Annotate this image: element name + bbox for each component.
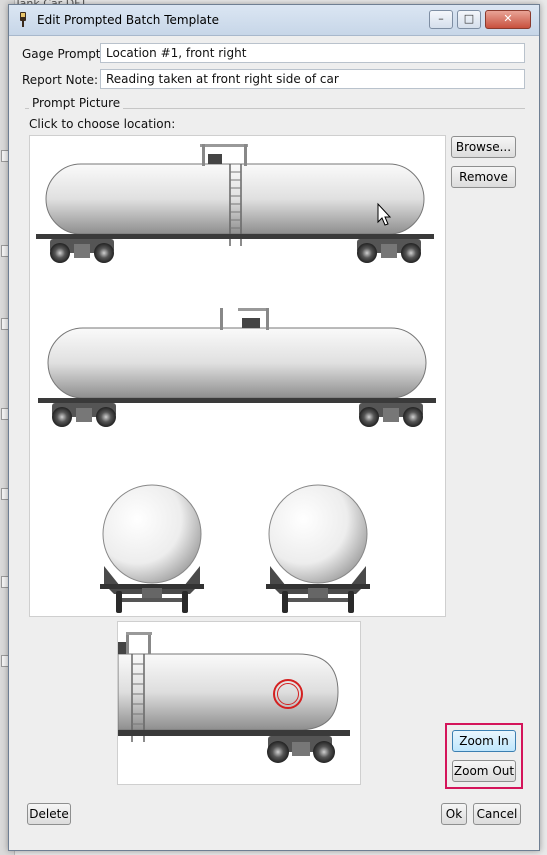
ok-button[interactable]: Ok bbox=[441, 803, 467, 825]
gauge-icon bbox=[20, 12, 26, 27]
side-view-plain[interactable] bbox=[38, 308, 436, 427]
report-note-label: Report Note: bbox=[22, 73, 99, 87]
cancel-button[interactable]: Cancel bbox=[473, 803, 521, 825]
gage-prompt-input[interactable]: Location #1, front right bbox=[100, 43, 525, 63]
minimize-button[interactable]: – bbox=[429, 10, 453, 29]
remove-button[interactable]: Remove bbox=[451, 166, 516, 188]
report-note-input[interactable]: Reading taken at front right side of car bbox=[100, 69, 525, 89]
side-view-ladder[interactable] bbox=[36, 144, 434, 263]
delete-button[interactable]: Delete bbox=[27, 803, 71, 825]
zoom-in-button[interactable]: Zoom In bbox=[452, 730, 516, 752]
prompt-picture-group-title: Prompt Picture bbox=[29, 96, 124, 110]
close-button[interactable]: ✕ bbox=[485, 10, 531, 29]
zoomed-detail-view[interactable] bbox=[117, 621, 361, 785]
choose-location-instruction: Click to choose location: bbox=[29, 117, 176, 131]
zoomed-tank-car bbox=[118, 632, 350, 763]
zoom-out-button[interactable]: Zoom Out bbox=[452, 760, 516, 782]
end-view-left[interactable] bbox=[100, 484, 204, 613]
browse-button[interactable]: Browse... bbox=[451, 136, 516, 158]
prompt-picture-canvas[interactable] bbox=[29, 135, 446, 617]
end-view-right[interactable] bbox=[266, 484, 370, 613]
edit-prompted-batch-template-dialog: Edit Prompted Batch Template – □ ✕ Gage … bbox=[8, 4, 540, 851]
tank-car-diagram[interactable] bbox=[30, 136, 445, 616]
dialog-title: Edit Prompted Batch Template bbox=[37, 13, 219, 27]
gage-prompt-label: Gage Prompt: bbox=[22, 47, 105, 61]
dialog-titlebar[interactable]: Edit Prompted Batch Template – □ ✕ bbox=[9, 5, 539, 36]
maximize-button[interactable]: □ bbox=[457, 10, 481, 29]
